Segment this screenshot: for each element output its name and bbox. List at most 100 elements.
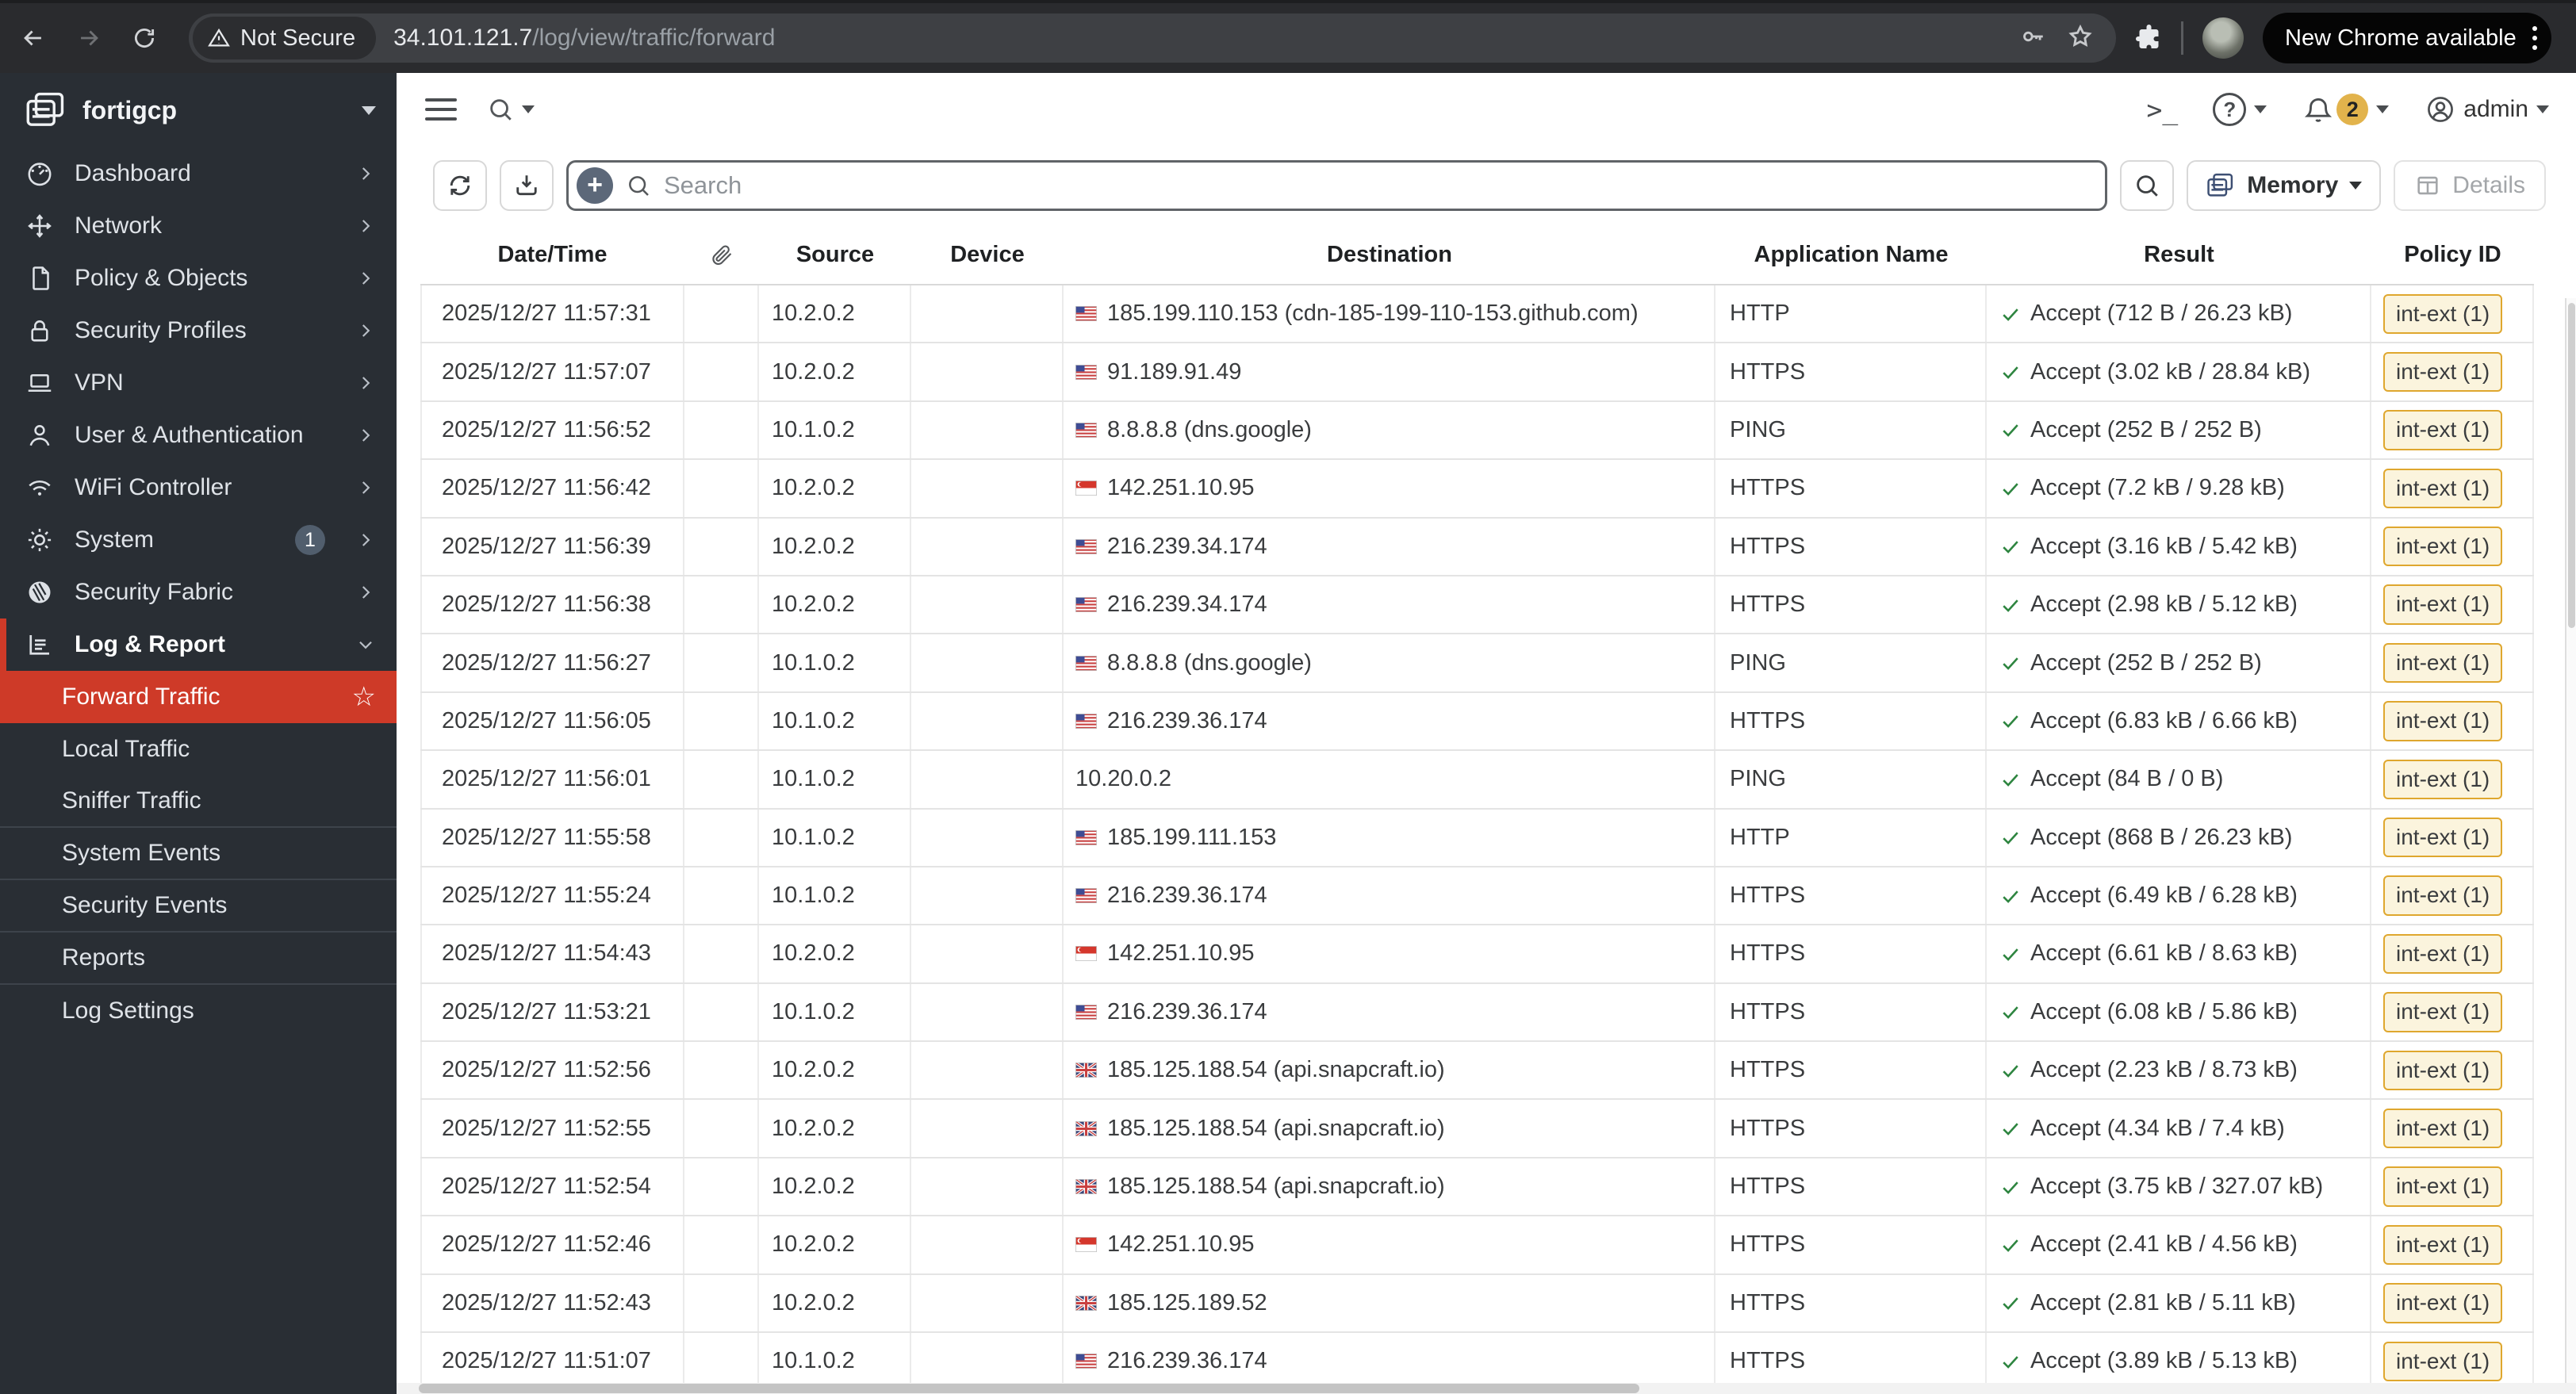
chevron-right-icon — [355, 477, 376, 498]
chevron-right-icon — [355, 373, 376, 393]
extensions-icon[interactable] — [2133, 22, 2162, 55]
column-header-result[interactable]: Result — [1987, 225, 2371, 284]
country-flag-us-icon — [1075, 364, 1097, 380]
url-text[interactable]: 34.101.121.7/log/view/traffic/forward — [393, 25, 775, 52]
favorite-star-icon[interactable]: ☆ — [352, 684, 376, 710]
sidebar-item-security-fabric[interactable]: Security Fabric — [0, 566, 397, 618]
chevron-right-icon — [355, 582, 376, 603]
not-secure-chip[interactable]: Not Secure — [193, 17, 377, 59]
accept-check-icon — [1999, 943, 2022, 965]
browser-back-button[interactable] — [11, 16, 56, 60]
sidebar-subitem-local-traffic[interactable]: Local Traffic — [0, 723, 397, 776]
column-header-destination[interactable]: Destination — [1064, 225, 1715, 284]
table-row[interactable]: 2025/12/27 11:56:42 10.2.0.2 142.251.10.95… — [420, 460, 2534, 519]
table-row[interactable]: 2025/12/27 11:56:05 10.1.0.2 216.239.36.17… — [420, 692, 2534, 752]
application-value: PING — [1730, 766, 1786, 792]
table-row[interactable]: 2025/12/27 11:52:46 10.2.0.2 142.251.10.95… — [420, 1216, 2534, 1275]
sidebar-subitem-reports[interactable]: Reports — [0, 933, 397, 985]
details-button[interactable]: Details — [2394, 160, 2546, 211]
policy-id-badge: int-ext (1) — [2383, 818, 2503, 858]
column-header-date-time[interactable]: Date/Time — [420, 225, 684, 284]
table-row[interactable]: 2025/12/27 11:56:01 10.1.0.2 10.20.0.2 PING… — [420, 751, 2534, 810]
cell-datetime: 2025/12/27 11:57:07 — [420, 343, 684, 400]
sidebar-item-wifi-controller[interactable]: WiFi Controller — [0, 461, 397, 514]
notifications-menu[interactable]: 2 — [2303, 94, 2390, 125]
sidebar-subitem-system-events[interactable]: System Events — [0, 828, 397, 880]
sidebar-item-label: User & Authentication — [75, 422, 304, 448]
profile-avatar[interactable] — [2202, 17, 2244, 59]
table-row[interactable]: 2025/12/27 11:57:07 10.2.0.2 91.189.91.49 H… — [420, 343, 2534, 402]
chevron-down-icon — [355, 634, 376, 655]
cell-attachment — [684, 925, 759, 982]
browser-reload-button[interactable] — [122, 16, 167, 60]
table-row[interactable]: 2025/12/27 11:57:31 10.2.0.2 185.199.110.1… — [420, 285, 2534, 344]
table-row[interactable]: 2025/12/27 11:52:54 10.2.0.2 185.125.188.5… — [420, 1158, 2534, 1217]
sidebar-subitem-forward-traffic[interactable]: Forward Traffic ☆ — [0, 671, 397, 723]
sidebar-item-log-report[interactable]: Log & Report — [0, 618, 397, 671]
destination-value: 185.125.188.54 (api.snapcraft.io) — [1107, 1057, 1445, 1083]
sidebar-item-system[interactable]: System 1 — [0, 514, 397, 566]
add-filter-icon[interactable]: + — [577, 167, 613, 204]
table-row[interactable]: 2025/12/27 11:56:38 10.2.0.2 216.239.34.17… — [420, 576, 2534, 635]
column-header-source[interactable]: Source — [759, 225, 911, 284]
cell-destination: 10.20.0.2 — [1064, 751, 1715, 808]
table-row[interactable]: 2025/12/27 11:56:52 10.1.0.2 8.8.8.8 (dns.… — [420, 401, 2534, 461]
sidebar-item-policy-objects[interactable]: Policy & Objects — [0, 252, 397, 304]
help-menu[interactable]: ? — [2213, 93, 2267, 126]
cell-result: Accept (6.49 kB / 6.28 kB) — [1987, 867, 2371, 925]
cell-application: PING — [1715, 401, 1987, 459]
chrome-update-button[interactable]: New Chrome available — [2263, 13, 2551, 63]
column-header-device[interactable]: Device — [911, 225, 1064, 284]
sidebar-item-dashboard[interactable]: Dashboard — [0, 147, 397, 200]
user-menu[interactable]: admin — [2425, 94, 2549, 124]
search-input[interactable] — [664, 171, 2093, 200]
download-button[interactable] — [500, 160, 554, 211]
global-search[interactable] — [487, 96, 535, 123]
destination-value: 216.239.34.174 — [1107, 592, 1267, 618]
cell-application: HTTPS — [1715, 576, 1987, 634]
column-header-policy-id[interactable]: Policy ID — [2371, 225, 2534, 284]
country-flag-sg-icon — [1075, 481, 1097, 496]
sidebar-subitem-log-settings[interactable]: Log Settings — [0, 985, 397, 1037]
cell-result: Accept (868 B / 26.23 kB) — [1987, 809, 2371, 866]
table-row[interactable]: 2025/12/27 11:55:58 10.1.0.2 185.199.111.1… — [420, 809, 2534, 867]
cell-datetime: 2025/12/27 11:54:43 — [420, 925, 684, 982]
collapse-menu-icon[interactable] — [425, 98, 457, 121]
bookmark-star-icon[interactable] — [2067, 23, 2094, 54]
cell-device — [911, 343, 1064, 400]
column-header-application-name[interactable]: Application Name — [1715, 225, 1987, 284]
vertical-scrollbar[interactable] — [2565, 298, 2576, 1383]
browser-forward-button[interactable] — [67, 16, 111, 60]
table-row[interactable]: 2025/12/27 11:56:39 10.2.0.2 216.239.34.17… — [420, 518, 2534, 576]
log-source-dropdown[interactable]: Memory — [2187, 160, 2382, 211]
sidebar-item-security-profiles[interactable]: Security Profiles — [0, 304, 397, 357]
sidebar-item-network[interactable]: Network — [0, 200, 397, 252]
cell-source: 10.1.0.2 — [759, 692, 911, 750]
vdom-selector[interactable]: fortigcp — [0, 73, 397, 147]
country-flag-us-icon — [1075, 538, 1097, 554]
horizontal-scrollbar[interactable] — [397, 1383, 2576, 1394]
table-row[interactable]: 2025/12/27 11:54:43 10.2.0.2 142.251.10.95… — [420, 925, 2534, 984]
table-row[interactable]: 2025/12/27 11:52:56 10.2.0.2 185.125.188.5… — [420, 1042, 2534, 1101]
table-row[interactable]: 2025/12/27 11:52:55 10.2.0.2 185.125.188.5… — [420, 1100, 2534, 1158]
table-row[interactable]: 2025/12/27 11:55:24 10.1.0.2 216.239.36.17… — [420, 867, 2534, 926]
policy-id-badge: int-ext (1) — [2383, 527, 2503, 567]
table-row[interactable]: 2025/12/27 11:52:43 10.2.0.2 185.125.189.5… — [420, 1274, 2534, 1334]
table-row[interactable]: 2025/12/27 11:56:27 10.1.0.2 8.8.8.8 (dns.… — [420, 634, 2534, 693]
sidebar-item-user-authentication[interactable]: User & Authentication — [0, 409, 397, 461]
chevron-right-icon — [355, 268, 376, 289]
sidebar-subitem-sniffer-traffic[interactable]: Sniffer Traffic — [0, 776, 397, 828]
address-bar[interactable]: Not Secure 34.101.121.7/log/view/traffic… — [189, 13, 2116, 63]
destination-value: 185.199.111.153 — [1107, 824, 1277, 850]
column-header-attachment[interactable] — [684, 225, 759, 284]
browser-menu-icon[interactable] — [2532, 26, 2537, 50]
sidebar-subitem-security-events[interactable]: Security Events — [0, 880, 397, 933]
password-key-icon[interactable] — [2019, 23, 2046, 54]
cell-destination: 185.125.188.54 (api.snapcraft.io) — [1064, 1100, 1715, 1157]
search-submit-button[interactable] — [2120, 160, 2175, 211]
cli-console-icon[interactable]: >_ — [2147, 94, 2179, 125]
refresh-button[interactable] — [433, 160, 487, 211]
log-filter-bar[interactable]: + — [566, 160, 2108, 211]
table-row[interactable]: 2025/12/27 11:53:21 10.1.0.2 216.239.36.17… — [420, 983, 2534, 1043]
sidebar-item-vpn[interactable]: VPN — [0, 357, 397, 409]
